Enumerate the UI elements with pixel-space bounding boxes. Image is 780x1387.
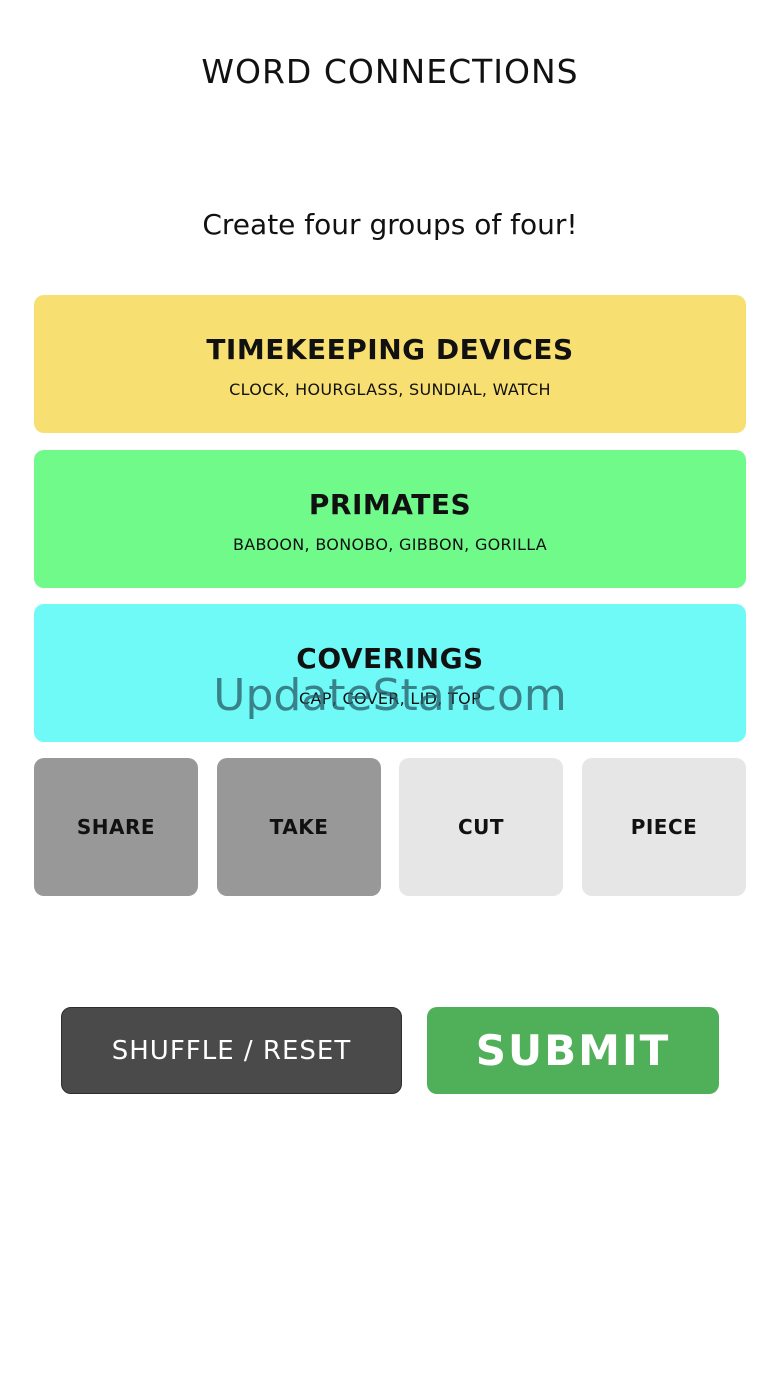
solved-group-timekeeping: TIMEKEEPING DEVICES CLOCK, HOURGLASS, SU… bbox=[34, 295, 746, 433]
group-words: CAP, COVER, LID, TOP bbox=[299, 689, 481, 708]
word-tile-take[interactable]: TAKE bbox=[217, 758, 381, 896]
group-title: TIMEKEEPING DEVICES bbox=[206, 333, 574, 366]
word-tile-piece[interactable]: PIECE bbox=[582, 758, 746, 896]
group-words: CLOCK, HOURGLASS, SUNDIAL, WATCH bbox=[229, 380, 551, 399]
solved-group-primates: PRIMATES BABOON, BONOBO, GIBBON, GORILLA bbox=[34, 450, 746, 588]
instructions-text: Create four groups of four! bbox=[202, 208, 578, 241]
submit-button[interactable]: SUBMIT bbox=[427, 1007, 719, 1094]
group-title: PRIMATES bbox=[308, 488, 472, 521]
game-screen: WORD CONNECTIONS Create four groups of f… bbox=[0, 0, 780, 1387]
app-title: WORD CONNECTIONS bbox=[201, 52, 579, 91]
group-title: COVERINGS bbox=[296, 642, 484, 675]
word-tile-cut[interactable]: CUT bbox=[399, 758, 563, 896]
solved-group-coverings: COVERINGS CAP, COVER, LID, TOP bbox=[34, 604, 746, 742]
group-words: BABOON, BONOBO, GIBBON, GORILLA bbox=[232, 535, 548, 554]
shuffle-reset-button[interactable]: SHUFFLE / RESET bbox=[61, 1007, 402, 1094]
word-tile-share[interactable]: SHARE bbox=[34, 758, 198, 896]
